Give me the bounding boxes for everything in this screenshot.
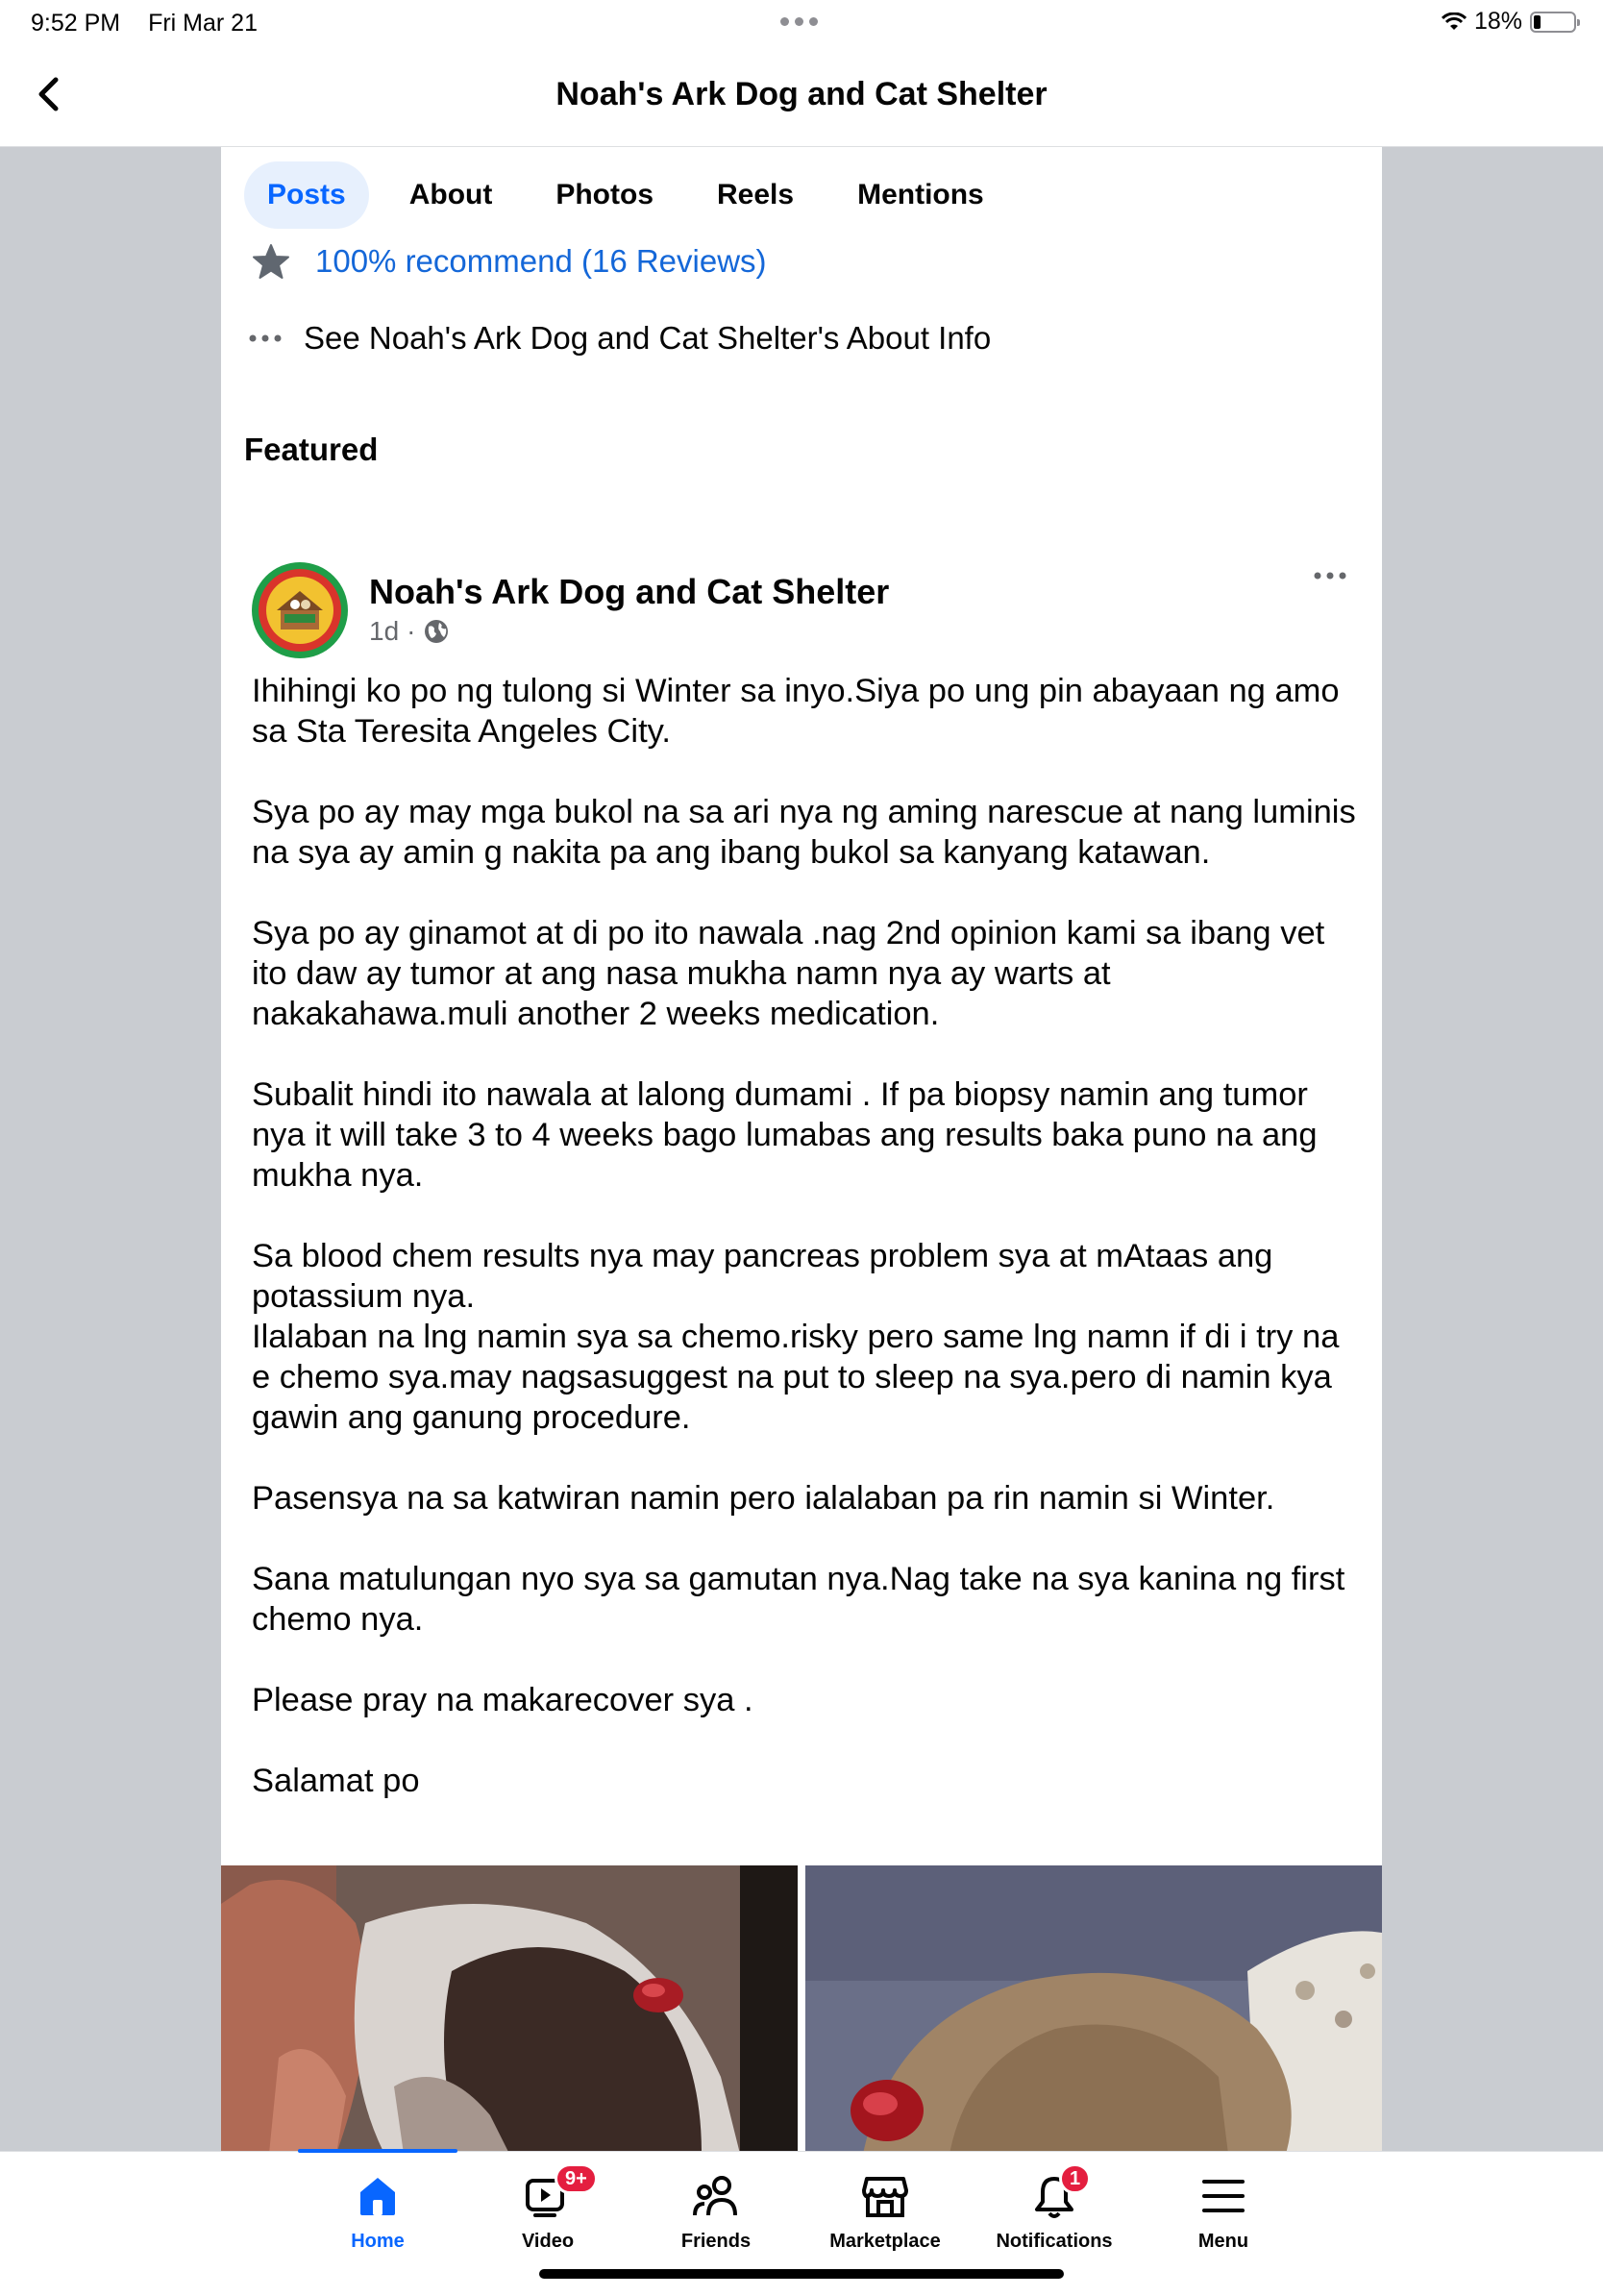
- nav-menu[interactable]: Menu: [1142, 2169, 1305, 2253]
- post-paragraph: Pasensya na sa katwiran namin pero ialal…: [252, 1480, 1275, 1517]
- nav-video-label: Video: [521, 2231, 575, 2252]
- home-icon: [360, 2178, 395, 2215]
- tab-reels[interactable]: Reels: [694, 161, 817, 229]
- post-paragraph: Sana matulungan nyo sya sa gamutan nya.N…: [252, 1561, 1345, 1638]
- tab-about[interactable]: About: [386, 161, 516, 229]
- avatar[interactable]: [252, 562, 348, 658]
- about-info-row[interactable]: See Noah's Ark Dog and Cat Shelter's Abo…: [248, 320, 991, 357]
- featured-heading: Featured: [244, 432, 379, 467]
- side-background-right: [1382, 147, 1603, 2151]
- post-body: Ihihingi ko po ng tulong si Winter sa in…: [252, 671, 1367, 1841]
- post-author-name[interactable]: Noah's Ark Dog and Cat Shelter: [369, 572, 889, 612]
- home-indicator[interactable]: [539, 2269, 1064, 2279]
- post-paragraph: Sya po ay may mga bukol na sa ari nya ng…: [252, 794, 1356, 871]
- wifi-icon: [1441, 12, 1467, 30]
- about-info-link[interactable]: See Noah's Ark Dog and Cat Shelter's Abo…: [304, 320, 991, 357]
- nav-video[interactable]: 9+ Video: [466, 2163, 629, 2253]
- post-header: Noah's Ark Dog and Cat Shelter 1d ·: [252, 562, 1357, 668]
- post-paragraph: Sa blood chem results nya may pancreas p…: [252, 1238, 1340, 1436]
- tab-photos[interactable]: Photos: [532, 161, 677, 229]
- battery-percent: 18%: [1473, 8, 1522, 35]
- tab-mentions[interactable]: Mentions: [834, 161, 1007, 229]
- nav-menu-label: Menu: [1197, 2231, 1249, 2252]
- nav-marketplace-label: Marketplace: [829, 2231, 941, 2252]
- post-photos: [221, 1865, 1382, 2151]
- nav-friends-label: Friends: [680, 2231, 752, 2252]
- post-time[interactable]: 1d: [369, 616, 399, 647]
- post-paragraph: Ihihingi ko po ng tulong si Winter sa in…: [252, 673, 1340, 750]
- status-date: Fri Mar 21: [148, 10, 258, 37]
- video-badge: 9+: [555, 2163, 598, 2194]
- star-icon: [253, 244, 289, 279]
- status-time: 9:52 PM: [31, 10, 121, 37]
- multitasking-dots-icon[interactable]: [780, 17, 818, 26]
- nav-notifications[interactable]: 1 Notifications: [973, 2163, 1136, 2253]
- nav-marketplace[interactable]: Marketplace: [803, 2169, 967, 2253]
- post-meta: 1d ·: [369, 616, 450, 647]
- globe-icon: [425, 620, 449, 643]
- post-paragraph: Please pray na makarecover sya .: [252, 1682, 753, 1718]
- menu-icon: [1202, 2180, 1245, 2212]
- side-background-left: [0, 147, 221, 2151]
- friends-icon: [693, 2176, 737, 2216]
- battery-icon: [1530, 11, 1580, 33]
- post-photo-dog-face[interactable]: [221, 1865, 798, 2151]
- more-dots-icon: [1314, 572, 1346, 580]
- post-photo-dog-nose[interactable]: [805, 1865, 1382, 2151]
- status-bar: 9:52 PM Fri Mar 21 18%: [0, 0, 1603, 44]
- nav-notifications-label: Notifications: [996, 2231, 1113, 2252]
- nav-friends[interactable]: Friends: [634, 2169, 798, 2253]
- more-dots-icon: [249, 334, 282, 342]
- notifications-badge: 1: [1059, 2163, 1092, 2194]
- page-content: Posts About Photos Reels Mentions 100% r…: [221, 147, 1382, 2151]
- post-paragraph: Salamat po: [252, 1763, 420, 1799]
- shelter-logo-icon: [253, 563, 347, 657]
- reviews-link[interactable]: 100% recommend (16 Reviews): [315, 243, 767, 280]
- active-tab-indicator: [298, 2149, 457, 2153]
- tab-posts[interactable]: Posts: [244, 161, 369, 229]
- post-paragraph: Sya po ay ginamot at di po ito nawala .n…: [252, 915, 1325, 1032]
- meta-separator: ·: [407, 616, 416, 646]
- profile-tabs: Posts About Photos Reels Mentions: [244, 161, 1024, 229]
- reviews-row[interactable]: 100% recommend (16 Reviews): [252, 243, 767, 280]
- nav-home[interactable]: Home: [296, 2169, 459, 2253]
- nav-header: Noah's Ark Dog and Cat Shelter: [0, 44, 1603, 147]
- post-paragraph: Subalit hindi ito nawala at lalong dumam…: [252, 1076, 1318, 1194]
- post-options-button[interactable]: [1313, 568, 1347, 585]
- marketplace-icon: [862, 2177, 908, 2217]
- dog-photo: [221, 1865, 798, 2151]
- page-title: Noah's Ark Dog and Cat Shelter: [555, 76, 1048, 112]
- nav-home-label: Home: [351, 2231, 405, 2252]
- dog-photo: [805, 1865, 1382, 2151]
